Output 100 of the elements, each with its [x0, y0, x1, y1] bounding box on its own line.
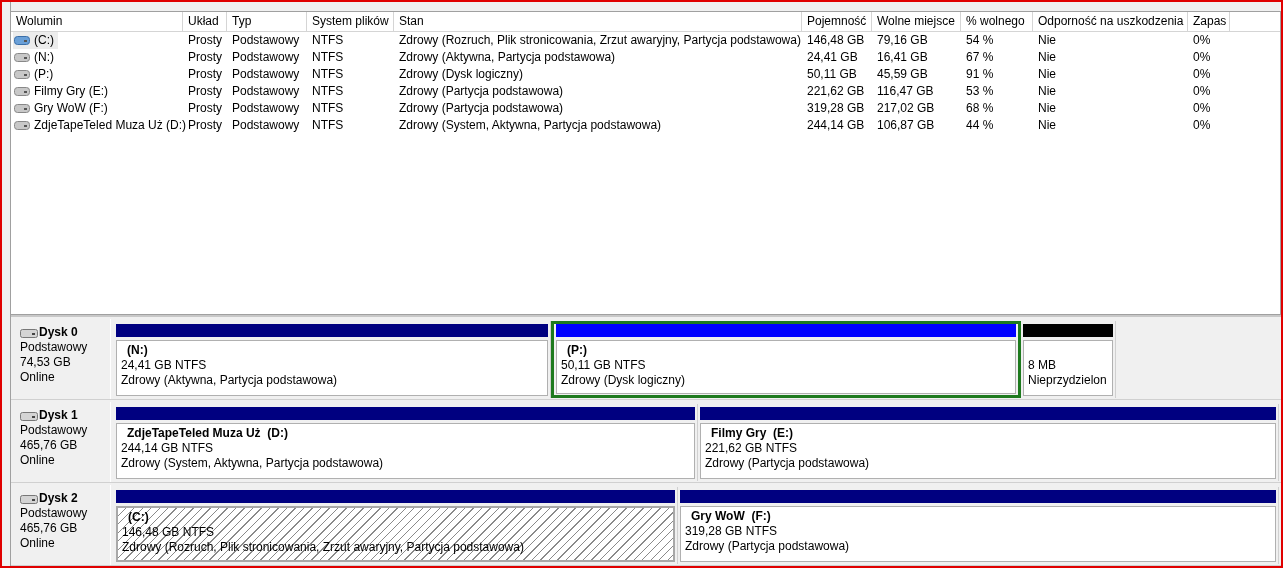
disk-type: Podstawowy: [20, 340, 89, 355]
table-cell-text: Nie: [1037, 32, 1057, 49]
table-cell-text: 0%: [1192, 32, 1212, 49]
table-cell-text: 79,16 GB: [876, 32, 929, 49]
table-cell-text: NTFS: [311, 83, 345, 100]
table-cell-text: 0%: [1192, 49, 1212, 66]
column-header[interactable]: Pojemność: [802, 12, 872, 31]
table-cell-text: 217,02 GB: [876, 100, 936, 117]
partition-block[interactable]: 8 MB Nieprzydzielon: [1021, 321, 1116, 398]
drive-icon: [14, 121, 30, 130]
table-cell-text: 53 %: [965, 83, 995, 100]
table-cell-text: Prosty: [187, 100, 223, 117]
column-header[interactable]: Stan: [394, 12, 802, 31]
table-cell-text: 67 %: [965, 49, 995, 66]
table-cell-text: Nie: [1037, 49, 1057, 66]
column-header[interactable]: System plików: [307, 12, 394, 31]
disk-size: 465,76 GB: [20, 438, 79, 453]
table-cell-text: Nie: [1037, 66, 1057, 83]
partition-size: 8 MB: [1028, 358, 1056, 373]
table-cell-text: 45,59 GB: [876, 66, 929, 83]
table-cell-text: Zdrowy (Partycja podstawowa): [398, 100, 565, 117]
partition-size: 146,48 GB NTFS: [122, 525, 215, 540]
partition-size: 244,14 GB NTFS: [121, 441, 214, 456]
partition-block[interactable]: Gry WoW (F:) 319,28 GB NTFS Zdrowy (Partycja podstawowa): [678, 487, 1279, 564]
table-cell-text: 106,87 GB: [876, 117, 936, 134]
volume-name[interactable]: (N:): [13, 49, 58, 66]
column-header[interactable]: Typ: [227, 12, 307, 31]
table-cell-text: Nie: [1037, 83, 1057, 100]
drive-icon: [14, 36, 30, 45]
table-cell-text: NTFS: [311, 66, 345, 83]
volume-name[interactable]: (P:): [13, 66, 58, 83]
table-cell-text: 0%: [1192, 100, 1212, 117]
table-cell-text: 50,11 GB: [806, 66, 858, 83]
disk-name: Dysk 0: [39, 325, 78, 340]
disk-status: Online: [20, 453, 56, 468]
column-header[interactable]: % wolnego: [961, 12, 1033, 31]
table-cell-text: 68 %: [965, 100, 995, 117]
table-cell-text: Nie: [1037, 117, 1057, 134]
drive-icon: [14, 104, 30, 113]
table-cell-text: Podstawowy: [231, 117, 301, 134]
table-cell-text: 91 %: [965, 66, 995, 83]
table-cell-text: Zdrowy (System, Aktywna, Partycja podstawowa): [398, 117, 663, 134]
disk-type: Podstawowy: [20, 423, 89, 438]
table-cell-text: NTFS: [311, 32, 345, 49]
column-header[interactable]: Zapas: [1188, 12, 1230, 31]
column-header[interactable]: Wolne miejsce: [872, 12, 961, 31]
partition-status: Zdrowy (Partycja podstawowa): [685, 539, 850, 554]
table-cell-text: NTFS: [311, 117, 345, 134]
disk-size: 74,53 GB: [20, 355, 72, 370]
disk-status: Online: [20, 370, 56, 385]
partition-size: 50,11 GB NTFS: [561, 358, 646, 373]
partition-status: Zdrowy (System, Aktywna, Partycja podstawowa): [121, 456, 384, 471]
partition-status: Zdrowy (Aktywna, Partycja podstawowa): [121, 373, 338, 388]
table-cell-text: Prosty: [187, 66, 223, 83]
partition-block[interactable]: (N:) 24,41 GB NTFS Zdrowy (Aktywna, Partycja podstawowa): [114, 321, 551, 398]
table-cell-text: NTFS: [311, 49, 345, 66]
table-cell-text: NTFS: [311, 100, 345, 117]
drive-icon: [14, 87, 30, 96]
table-cell-text: Nie: [1037, 100, 1057, 117]
partition-status: Zdrowy (Dysk logiczny): [561, 373, 686, 388]
table-cell-text: 54 %: [965, 32, 995, 49]
table-cell-text: 0%: [1192, 66, 1212, 83]
volume-name[interactable]: Gry WoW (F:): [13, 100, 112, 117]
table-cell-text: Podstawowy: [231, 49, 301, 66]
partition-name: (C:): [127, 510, 149, 525]
table-cell-text: Podstawowy: [231, 32, 301, 49]
table-cell-text: Prosty: [187, 83, 223, 100]
table-cell-text: 0%: [1192, 83, 1212, 100]
table-cell-text: 0%: [1192, 117, 1212, 134]
partition-status: Zdrowy (Rozruch, Plik stronicowania, Zrzut awaryjny, Partycja podstawowa): [122, 540, 524, 555]
table-cell-text: 146,48 GB: [806, 32, 866, 49]
partition-size: 221,62 GB NTFS: [705, 441, 798, 456]
table-cell-text: 16,41 GB: [876, 49, 929, 66]
partition-status: Zdrowy (Partycja podstawowa): [705, 456, 870, 471]
table-cell-text: Podstawowy: [231, 83, 301, 100]
volume-name[interactable]: (C:): [13, 32, 58, 49]
table-cell-text: Zdrowy (Dysk logiczny): [398, 66, 525, 83]
volume-name[interactable]: Filmy Gry (E:): [13, 83, 112, 100]
partition-block[interactable]: (C:) 146,48 GB NTFS Zdrowy (Rozruch, Plik stronicowania, Zrzut awaryjny, Partycja podstawowa): [114, 487, 678, 564]
disk-status: Online: [20, 536, 56, 551]
table-cell-text: Prosty: [187, 32, 223, 49]
partition-block[interactable]: (P:) 50,11 GB NTFS Zdrowy (Dysk logiczny): [551, 321, 1021, 398]
column-header[interactable]: Odporność na uszkodzenia: [1033, 12, 1188, 31]
partition-block[interactable]: Filmy Gry (E:) 221,62 GB NTFS Zdrowy (Partycja podstawowa): [698, 404, 1279, 481]
table-cell-text: 116,47 GB: [876, 83, 935, 100]
drive-icon: [14, 53, 30, 62]
partition-size: 319,28 GB NTFS: [685, 524, 778, 539]
column-header[interactable]: Układ: [183, 12, 227, 31]
column-header[interactable]: Wolumin: [11, 12, 183, 31]
table-cell-text: Podstawowy: [231, 66, 301, 83]
drive-icon: [14, 70, 30, 79]
table-cell-text: 44 %: [965, 117, 995, 134]
disk-name: Dysk 2: [39, 491, 78, 506]
table-cell-text: Zdrowy (Rozruch, Plik stronicowania, Zrzut awaryjny, Partycja podstawowa): [398, 32, 802, 49]
table-cell-text: 24,41 GB: [806, 49, 859, 66]
table-cell-text: Zdrowy (Aktywna, Partycja podstawowa): [398, 49, 617, 66]
disk-size: 465,76 GB: [20, 521, 79, 536]
table-cell-text: 244,14 GB: [806, 117, 866, 134]
partition-size: 24,41 GB NTFS: [121, 358, 207, 373]
partition-block[interactable]: ZdjeTapeTeled Muza Uż (D:) 244,14 GB NTFS Zdrowy (System, Aktywna, Partycja podstawowa): [114, 404, 698, 481]
